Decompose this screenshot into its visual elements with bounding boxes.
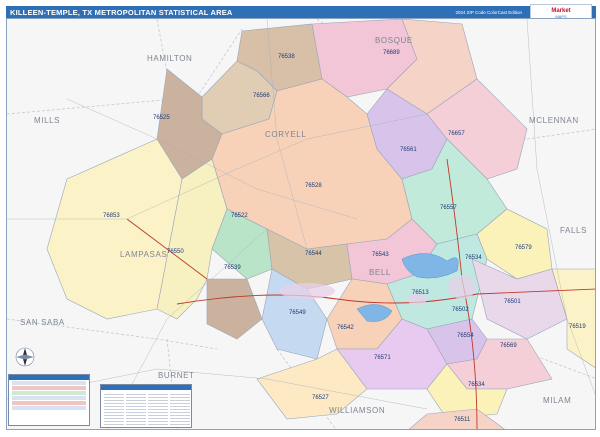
legend-row: [12, 396, 86, 400]
zip-label: 76534: [465, 255, 482, 261]
zip-label: 76579: [515, 245, 532, 251]
compass-icon: [15, 347, 35, 367]
zip-label: 76527: [312, 395, 329, 401]
zip-label: 76657: [448, 131, 465, 137]
zip-label: 76550: [167, 249, 184, 255]
index-column: [126, 392, 146, 426]
zip-label: 76689: [383, 50, 400, 56]
title-bar: KILLEEN-TEMPLE, TX METROPOLITAN STATISTI…: [6, 4, 596, 22]
map-frame: KILLEEN-TEMPLE, TX METROPOLITAN STATISTI…: [0, 0, 600, 437]
map-canvas[interactable]: HAMILTON BOSQUE MCLENNAN MILLS CORYELL F…: [6, 18, 596, 430]
index-header: [101, 385, 191, 390]
zip-label: 76542: [337, 325, 354, 331]
zip-label: 76554: [457, 333, 474, 339]
zip-label: 76569: [500, 343, 517, 349]
zip-label: 76557: [440, 205, 457, 211]
zip-index-table: [100, 384, 192, 428]
zip-label: 76543: [372, 252, 389, 258]
map-legend: [8, 374, 90, 426]
zip-label: 76522: [231, 213, 248, 219]
county-label: LAMPASAS: [120, 250, 167, 259]
zip-label: 76501: [504, 299, 521, 305]
legend-row: [12, 391, 86, 395]
zip-label: 76549: [289, 310, 306, 316]
county-label: HAMILTON: [147, 54, 192, 63]
zip-label: 76528: [305, 183, 322, 189]
zip-label: 76511: [454, 417, 471, 423]
zip-label: 76502: [452, 307, 469, 313]
county-label: MILLS: [34, 116, 60, 125]
legend-row: [12, 381, 86, 385]
county-label: BOSQUE: [375, 36, 413, 45]
legend-row: [12, 401, 86, 405]
killeen-urban: [279, 283, 335, 299]
county-label: BURNET: [158, 371, 195, 380]
map-title: KILLEEN-TEMPLE, TX METROPOLITAN STATISTI…: [10, 7, 233, 17]
index-column: [170, 392, 190, 426]
county-label: FALLS: [560, 226, 587, 235]
legend-row: [12, 386, 86, 390]
zip-label: 76513: [412, 290, 429, 296]
zip-map-svg: HAMILTON BOSQUE MCLENNAN MILLS CORYELL F…: [7, 19, 595, 429]
edition-text: 2024 ZIP Code ColorCast Edition: [455, 9, 522, 15]
temple-urban: [448, 275, 476, 299]
county-label: MILAM: [543, 396, 571, 405]
zip-label: 76566: [253, 93, 270, 99]
zip-label: 76539: [224, 265, 241, 271]
zip-label: 76534: [468, 382, 485, 388]
zip-label: 76538: [278, 54, 295, 60]
county-label: CORYELL: [265, 130, 306, 139]
legend-header: [9, 375, 89, 380]
index-column: [104, 392, 124, 426]
county-label: SAN SABA: [20, 318, 65, 327]
legend-row: [12, 406, 86, 410]
zip-label: 76525: [153, 115, 170, 121]
zip-label: 76544: [305, 251, 322, 257]
zip-label: 76519: [569, 324, 586, 330]
county-label: MCLENNAN: [529, 116, 579, 125]
zip-label: 76571: [374, 355, 391, 361]
county-label: BELL: [369, 268, 391, 277]
zip-label: 76561: [400, 147, 417, 153]
zip-label: 76853: [103, 213, 120, 219]
county-label: WILLIAMSON: [329, 406, 385, 415]
index-column: [148, 392, 168, 426]
